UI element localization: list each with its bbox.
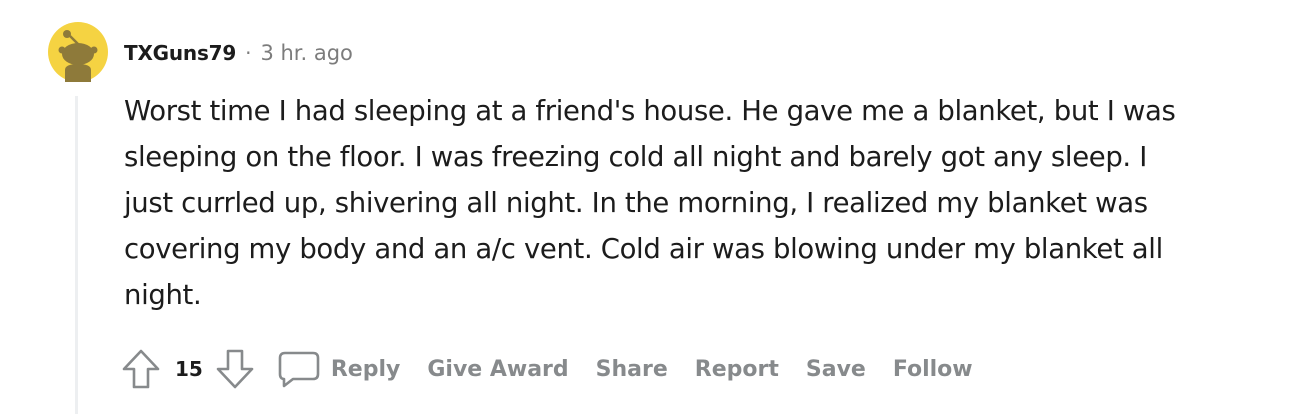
comment-body: Worst time I had sleeping at a friend's … — [124, 88, 1274, 318]
upvote-button[interactable] — [121, 347, 161, 391]
thread-line[interactable] — [75, 96, 78, 414]
follow-button[interactable]: Follow — [893, 357, 973, 382]
give-award-button[interactable]: Give Award — [427, 357, 568, 382]
comment-body-line: covering my body and an a/c vent. Cold a… — [124, 233, 1163, 265]
save-button[interactable]: Save — [806, 357, 866, 382]
separator-dot: · — [245, 41, 252, 65]
comment-body-line: sleeping on the floor. I was freezing co… — [124, 141, 1147, 173]
timestamp[interactable]: 3 hr. ago — [260, 41, 352, 65]
snoo-avatar-icon — [48, 22, 108, 82]
comment-header: TXGuns79 · 3 hr. ago — [124, 38, 353, 68]
avatar[interactable] — [48, 22, 108, 82]
report-button[interactable]: Report — [695, 357, 779, 382]
upvote-arrow-icon — [122, 349, 160, 389]
vote-score: 15 — [175, 357, 203, 381]
reply-label: Reply — [330, 356, 401, 382]
comment-actions: 15 Reply Give Award Share Report Save Fo… — [121, 346, 973, 392]
share-button[interactable]: Share — [596, 357, 668, 382]
speech-bubble-icon — [277, 349, 321, 389]
comment-body-line: just currled up, shivering all night. In… — [124, 187, 1148, 219]
comment-body-line: Worst time I had sleeping at a friend's … — [124, 95, 1176, 127]
downvote-button[interactable] — [215, 347, 255, 391]
username[interactable]: TXGuns79 — [124, 41, 236, 65]
reply-button[interactable]: Reply — [277, 349, 401, 389]
comment-body-line: night. — [124, 279, 202, 311]
downvote-arrow-icon — [216, 349, 254, 389]
